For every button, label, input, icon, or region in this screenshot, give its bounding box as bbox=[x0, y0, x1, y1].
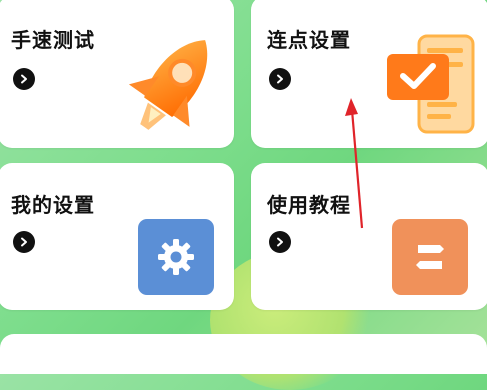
gear-tile bbox=[138, 219, 214, 295]
card-click-settings[interactable]: 连点设置 bbox=[251, 0, 487, 148]
checklist-icon bbox=[387, 34, 475, 134]
card-speed-test[interactable]: 手速测试 bbox=[0, 0, 234, 148]
gear-icon bbox=[158, 239, 194, 275]
tutorial-icon bbox=[416, 245, 444, 269]
go-arrow-icon[interactable] bbox=[269, 68, 291, 90]
go-arrow-icon[interactable] bbox=[13, 231, 35, 253]
card-title: 连点设置 bbox=[267, 28, 351, 52]
card-my-settings[interactable]: 我的设置 bbox=[0, 163, 234, 310]
bottom-card[interactable] bbox=[0, 334, 487, 374]
rocket-icon bbox=[128, 40, 208, 130]
card-title: 我的设置 bbox=[11, 193, 95, 217]
card-tutorial[interactable]: 使用教程 bbox=[251, 163, 487, 310]
go-arrow-icon[interactable] bbox=[269, 231, 291, 253]
tutorial-tile bbox=[392, 219, 468, 295]
card-title: 使用教程 bbox=[267, 193, 351, 217]
card-title: 手速测试 bbox=[11, 28, 95, 52]
go-arrow-icon[interactable] bbox=[13, 68, 35, 90]
